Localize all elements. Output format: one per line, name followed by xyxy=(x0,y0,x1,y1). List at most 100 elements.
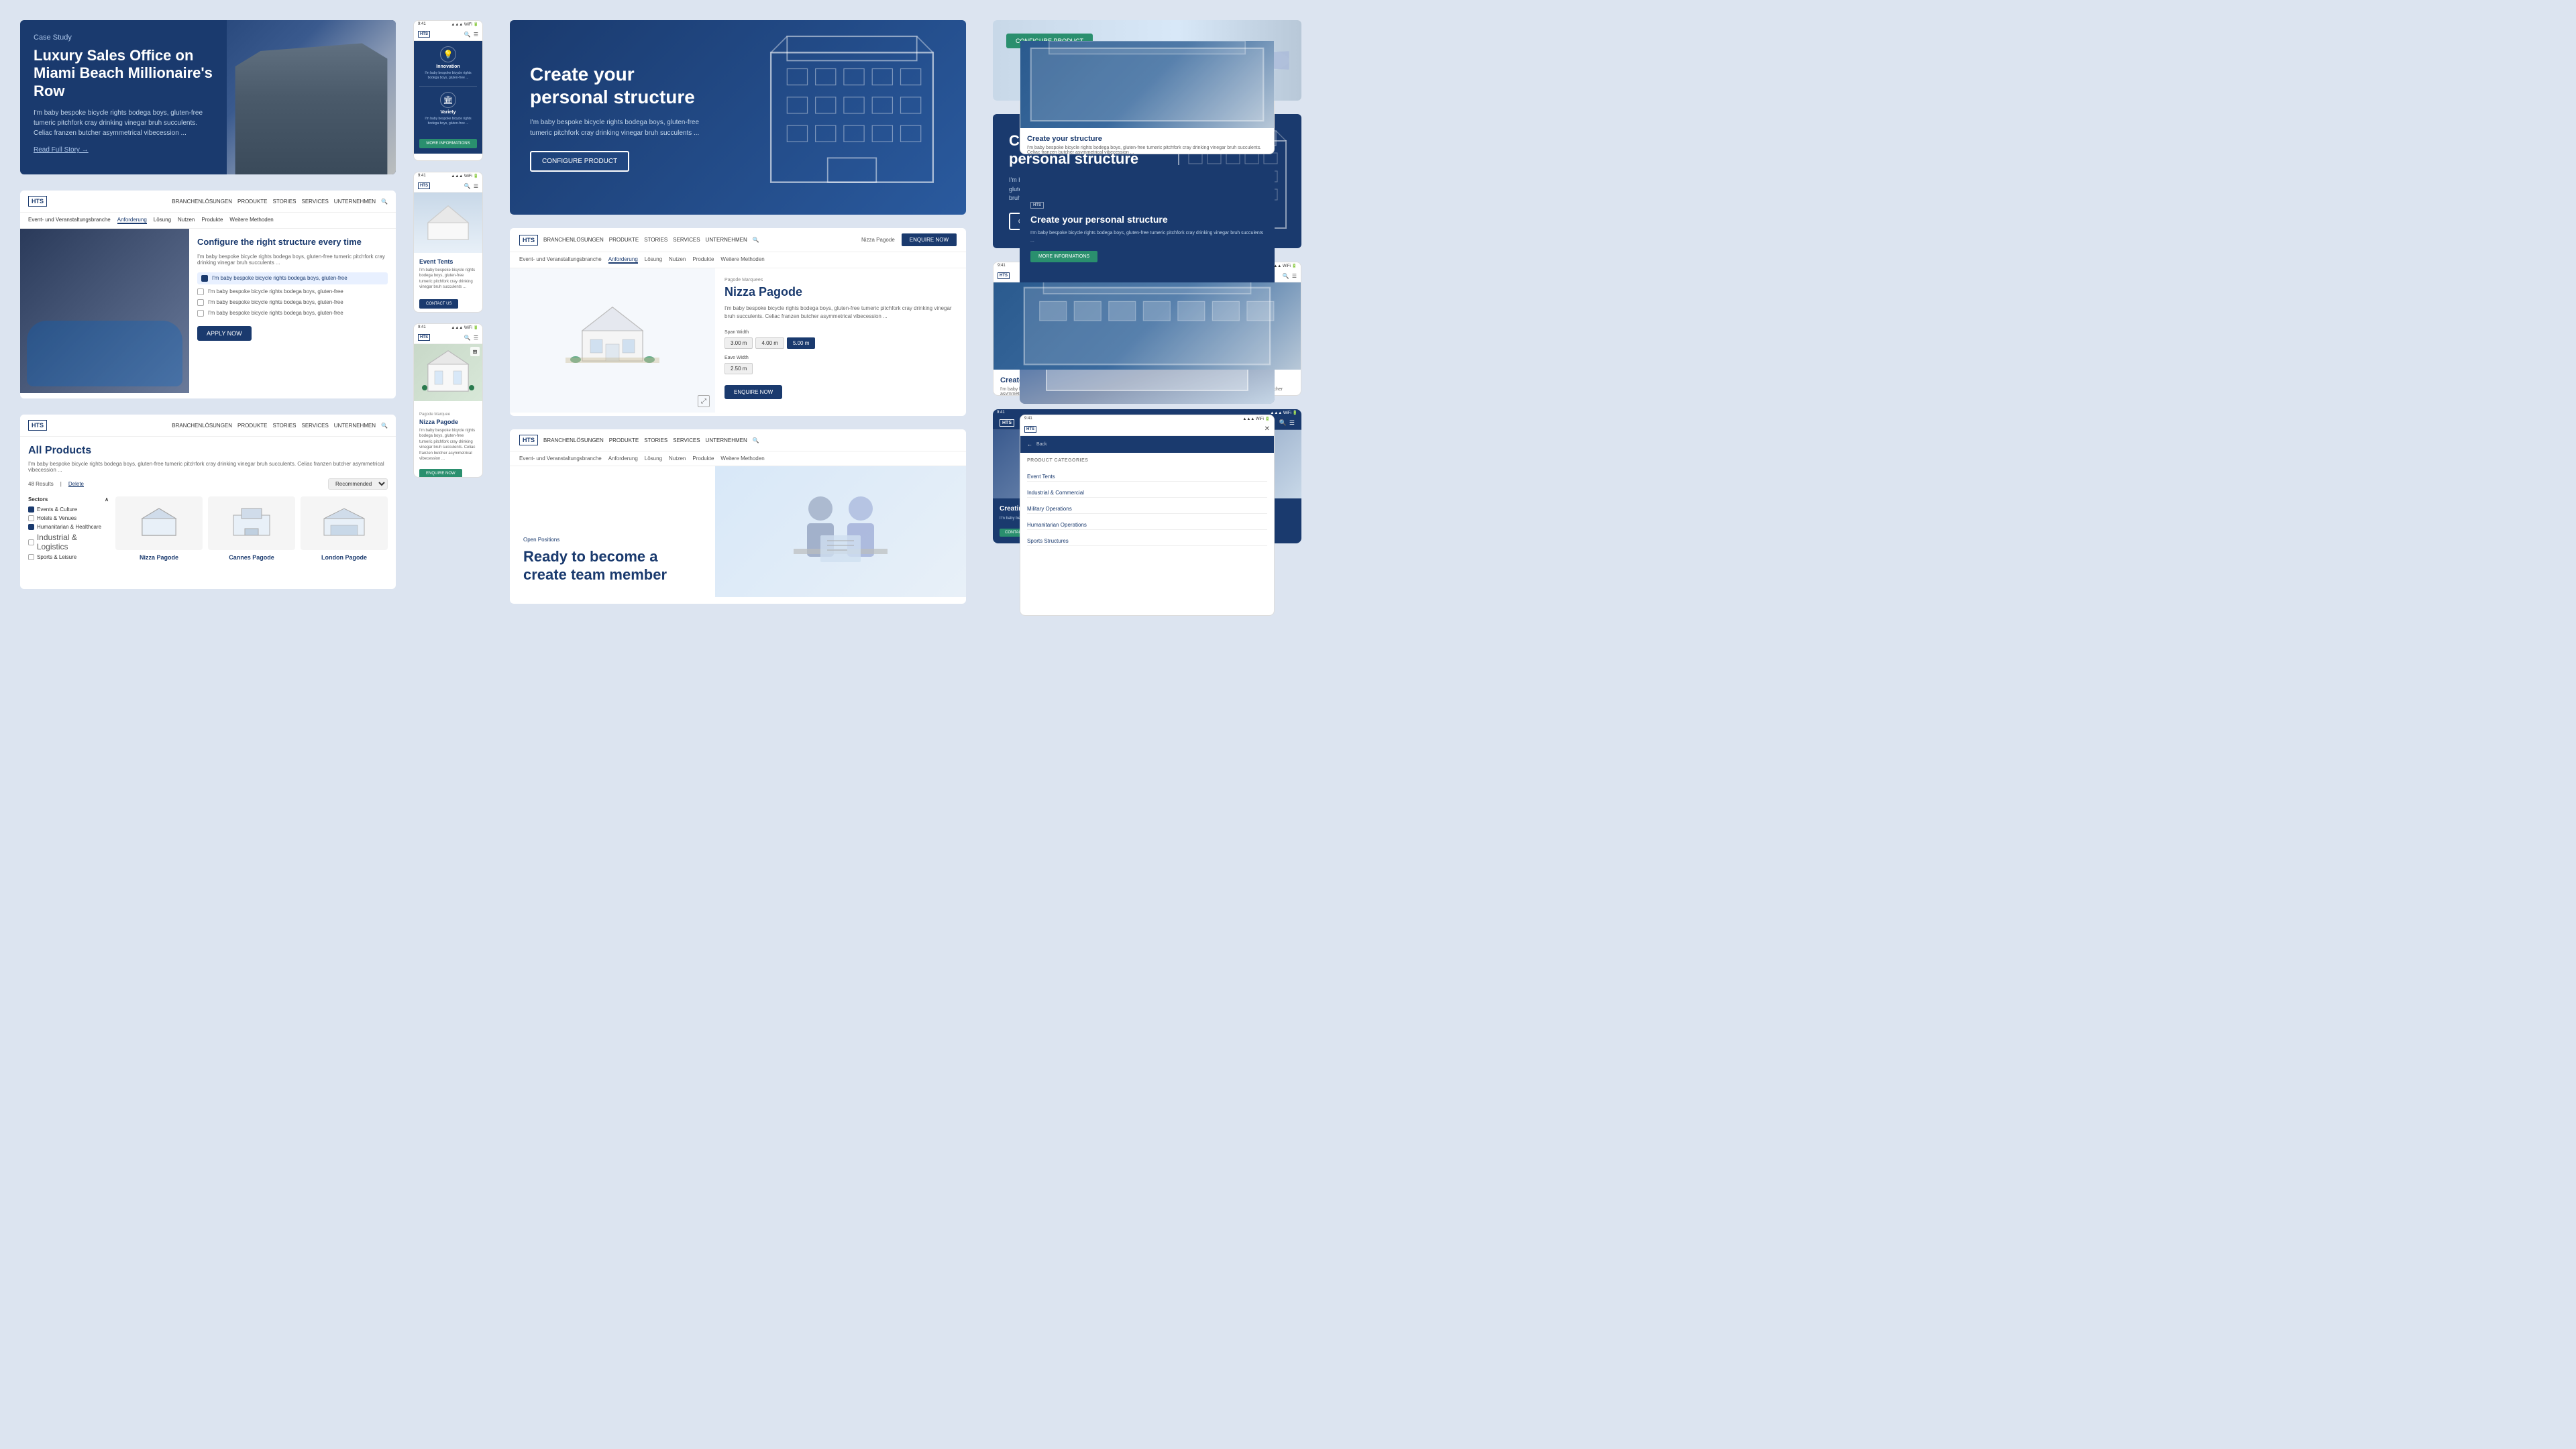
right-mobile-menu-1[interactable]: ☰ xyxy=(1292,273,1297,279)
delete-link[interactable]: Delete xyxy=(68,481,84,487)
pnav-1[interactable]: BRANCHENLÖSUNGEN xyxy=(172,423,232,429)
pagode-weitere-tab[interactable]: Weitere Methoden xyxy=(720,256,764,264)
pagode-nutzen-tab[interactable]: Nutzen xyxy=(669,256,686,264)
option-1[interactable]: I'm baby bespoke bicycle rights bodega b… xyxy=(197,272,388,284)
join-nav-1[interactable]: BRANCHENLÖSUNGEN xyxy=(543,437,604,443)
checkbox-1[interactable] xyxy=(201,275,208,282)
right-mobile-search-1[interactable]: 🔍 xyxy=(1283,273,1289,279)
checkbox-4[interactable] xyxy=(197,310,204,317)
join-nav-3[interactable]: STORIES xyxy=(644,437,667,443)
nav-services[interactable]: SERVICES xyxy=(301,199,328,205)
option-4[interactable]: I'm baby bespoke bicycle rights bodega b… xyxy=(197,310,388,317)
product-cannes[interactable]: Cannes Pagode xyxy=(208,496,295,580)
checkbox-2[interactable] xyxy=(197,288,204,295)
category-item-4[interactable]: Humanitarian Operations xyxy=(1027,521,1267,530)
join-nav-2[interactable]: PRODUKTE xyxy=(609,437,639,443)
filter-checkbox-industrial[interactable] xyxy=(28,539,34,545)
more-info-button-1[interactable]: MORE INFORMATIONS xyxy=(419,139,476,148)
mobile-menu-icon-1[interactable]: ☰ xyxy=(474,32,478,38)
nav-stories[interactable]: STORIES xyxy=(273,199,297,205)
mobile-menu-icon-2[interactable]: ☰ xyxy=(474,183,478,189)
nav-unternehmen[interactable]: UNTERNEHMEN xyxy=(334,199,376,205)
pagode-enquire-header-btn[interactable]: ENQUIRE NOW xyxy=(902,233,957,246)
mobile-nav-icons-2[interactable]: 🔍 ☰ xyxy=(464,183,478,189)
right-blue-icons[interactable]: 🔍 ☰ xyxy=(1279,419,1295,427)
mobile-search-icon-3[interactable]: 🔍 xyxy=(464,335,471,341)
join-nav-4[interactable]: SERVICES xyxy=(673,437,700,443)
expand-icon[interactable]: ⤢ xyxy=(698,395,710,407)
pnav-3[interactable]: STORIES xyxy=(273,423,297,429)
join-search-icon[interactable]: 🔍 xyxy=(753,437,759,443)
mobile-menu-icon-3[interactable]: ☰ xyxy=(474,335,478,341)
span-4m[interactable]: 4.00 m xyxy=(755,337,784,349)
bottom-losung[interactable]: Lösung xyxy=(645,455,662,462)
span-3m[interactable]: 3.00 m xyxy=(724,337,753,349)
category-item-3[interactable]: Military Operations xyxy=(1027,504,1267,514)
collapse-icon[interactable]: ∧ xyxy=(105,496,109,502)
category-close-icon[interactable]: ✕ xyxy=(1265,425,1270,433)
nav-produkte[interactable]: PRODUKTE xyxy=(237,199,267,205)
filter-checkbox-hotels[interactable] xyxy=(28,515,34,521)
case-study-link[interactable]: Read Full Story → xyxy=(34,146,213,154)
pagode-nav-5[interactable]: UNTERNEHMEN xyxy=(706,237,747,243)
recommended-select[interactable]: Recommended xyxy=(328,478,388,490)
pagode-produkte-tab[interactable]: Produkte xyxy=(692,256,714,264)
pagode-nav-1[interactable]: BRANCHENLÖSUNGEN xyxy=(543,237,604,243)
nutzen-tab[interactable]: Nutzen xyxy=(178,217,195,224)
product-nizza[interactable]: Nizza Pagode xyxy=(115,496,203,580)
mobile-search-icon-1[interactable]: 🔍 xyxy=(464,32,471,38)
option-2[interactable]: I'm baby bespoke bicycle rights bodega b… xyxy=(197,288,388,295)
filter-checkbox-events[interactable] xyxy=(28,506,34,513)
filter-industrial[interactable]: Industrial & Logistics xyxy=(28,533,109,551)
anforderung-tab[interactable]: Anforderung xyxy=(117,217,147,224)
pagode-enquire-button[interactable]: ENQUIRE NOW xyxy=(724,385,782,399)
bottom-weitere[interactable]: Weitere Methoden xyxy=(720,455,764,462)
hero-configure-button[interactable]: CONFIGURE PRODUCT xyxy=(530,151,629,172)
bottom-nutzen[interactable]: Nutzen xyxy=(669,455,686,462)
bottom-produkte[interactable]: Produkte xyxy=(692,455,714,462)
product-london[interactable]: London Pagode xyxy=(301,496,388,580)
products-search-icon[interactable]: 🔍 xyxy=(381,423,388,429)
pagode-losung-tab[interactable]: Lösung xyxy=(645,256,662,264)
filter-checkbox-humanitarian[interactable] xyxy=(28,524,34,530)
right-mobile-icons-1[interactable]: 🔍 ☰ xyxy=(1283,273,1297,279)
far-right-create-btn[interactable]: MORE INFORMATIONS xyxy=(1030,251,1097,262)
category-item-1[interactable]: Event Tents xyxy=(1027,472,1267,482)
apply-button[interactable]: APPLY NOW xyxy=(197,326,252,341)
checkbox-3[interactable] xyxy=(197,299,204,306)
mobile-enquire-button[interactable]: ENQUIRE NOW xyxy=(419,469,462,478)
weitere-methoden-tab[interactable]: Weitere Methoden xyxy=(229,217,273,224)
pnav-5[interactable]: UNTERNEHMEN xyxy=(334,423,376,429)
mobile-search-icon-2[interactable]: 🔍 xyxy=(464,183,471,189)
pagode-nav-2[interactable]: PRODUKTE xyxy=(609,237,639,243)
contact-button-mobile[interactable]: CONTACT US xyxy=(419,299,458,309)
join-nav-5[interactable]: UNTERNEHMEN xyxy=(706,437,747,443)
pagode-nav-4[interactable]: SERVICES xyxy=(673,237,700,243)
produkte-tab[interactable]: Produkte xyxy=(201,217,223,224)
pnav-4[interactable]: SERVICES xyxy=(301,423,328,429)
pagode-anforderung-tab[interactable]: Anforderung xyxy=(608,256,638,264)
filter-checkbox-sports[interactable] xyxy=(28,554,34,560)
category-item-2[interactable]: Industrial & Commercial xyxy=(1027,488,1267,498)
mobile-nav-icons-1[interactable]: 🔍 ☰ xyxy=(464,32,478,38)
search-icon[interactable]: 🔍 xyxy=(381,199,388,205)
pnav-2[interactable]: PRODUKTE xyxy=(237,423,267,429)
losung-tab[interactable]: Lösung xyxy=(154,217,171,224)
eave-2-5m[interactable]: 2.50 m xyxy=(724,363,753,374)
expand-icon-mobile[interactable]: ⊞ xyxy=(470,347,480,356)
category-item-5[interactable]: Sports Structures xyxy=(1027,537,1267,546)
span-5m[interactable]: 5.00 m xyxy=(787,337,815,349)
filter-hotels[interactable]: Hotels & Venues xyxy=(28,515,109,521)
filter-sports[interactable]: Sports & Leisure xyxy=(28,554,109,560)
back-arrow-icon[interactable]: ← xyxy=(1027,441,1032,447)
bottom-anforderung[interactable]: Anforderung xyxy=(608,455,638,462)
nav-branchenlosungen[interactable]: BRANCHENLÖSUNGEN xyxy=(172,199,232,205)
mobile-nav-icons-3[interactable]: 🔍 ☰ xyxy=(464,335,478,341)
pagode-search-icon[interactable]: 🔍 xyxy=(753,237,759,243)
filter-humanitarian[interactable]: Humanitarian & Healthcare xyxy=(28,524,109,530)
option-3[interactable]: I'm baby bespoke bicycle rights bodega b… xyxy=(197,299,388,306)
right-blue-search[interactable]: 🔍 xyxy=(1279,419,1287,427)
filter-events[interactable]: Events & Culture xyxy=(28,506,109,513)
pagode-nav-3[interactable]: STORIES xyxy=(644,237,667,243)
right-blue-menu[interactable]: ☰ xyxy=(1289,419,1295,427)
